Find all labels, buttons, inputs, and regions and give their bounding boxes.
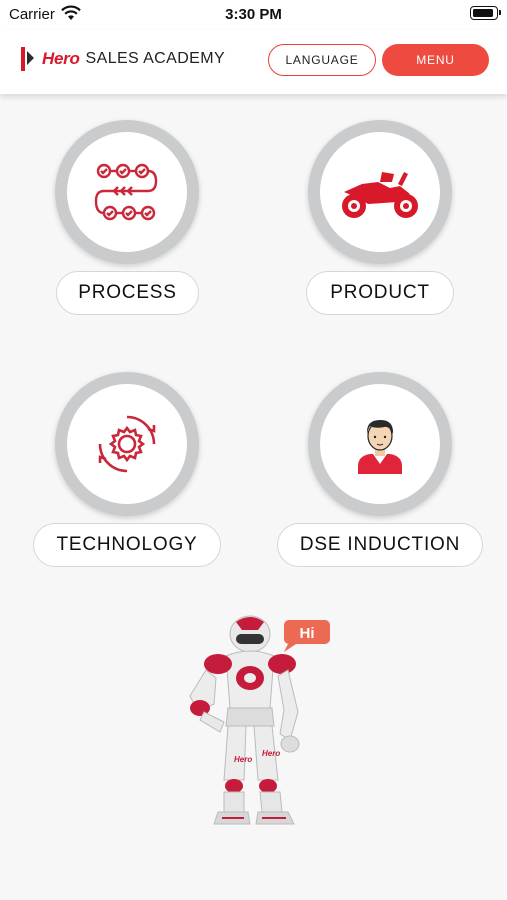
process-label[interactable]: PROCESS [56, 271, 199, 315]
language-button[interactable]: LANGUAGE [268, 44, 376, 76]
robot-leg-badge-right: Hero [262, 749, 280, 758]
logo-brand-text: Hero [42, 49, 80, 68]
hi-text: Hi [300, 625, 315, 642]
hero-logo-mark-icon [21, 47, 34, 71]
app-header: Hero SALES ACADEMY LANGUAGE MENU [0, 30, 507, 94]
status-bar: Carrier 3:30 PM [0, 0, 507, 30]
motorcycle-icon [342, 172, 418, 218]
robot-mascot: Hi Hero Hero [170, 612, 340, 832]
dse-induction-label[interactable]: DSE INDUCTION [277, 523, 483, 567]
technology-tile-circle[interactable] [55, 372, 199, 516]
battery-icon [470, 6, 501, 20]
robot-leg-badge-left: Hero [234, 755, 252, 764]
product-label[interactable]: PRODUCT [306, 271, 454, 315]
hi-speech-bubble: Hi [284, 620, 330, 652]
process-tile-circle[interactable] [55, 120, 199, 264]
process-flow-icon [94, 163, 158, 221]
technology-label[interactable]: TECHNOLOGY [33, 523, 221, 567]
logo-title-text: SALES ACADEMY [85, 50, 226, 67]
product-tile-circle[interactable] [308, 120, 452, 264]
dse-induction-tile-circle[interactable] [308, 372, 452, 516]
hero-sales-academy-logo: Hero SALES ACADEMY [20, 47, 225, 71]
menu-button[interactable]: MENU [382, 44, 489, 76]
gear-icon [98, 415, 156, 473]
clock: 3:30 PM [225, 6, 282, 23]
person-icon [358, 420, 402, 474]
